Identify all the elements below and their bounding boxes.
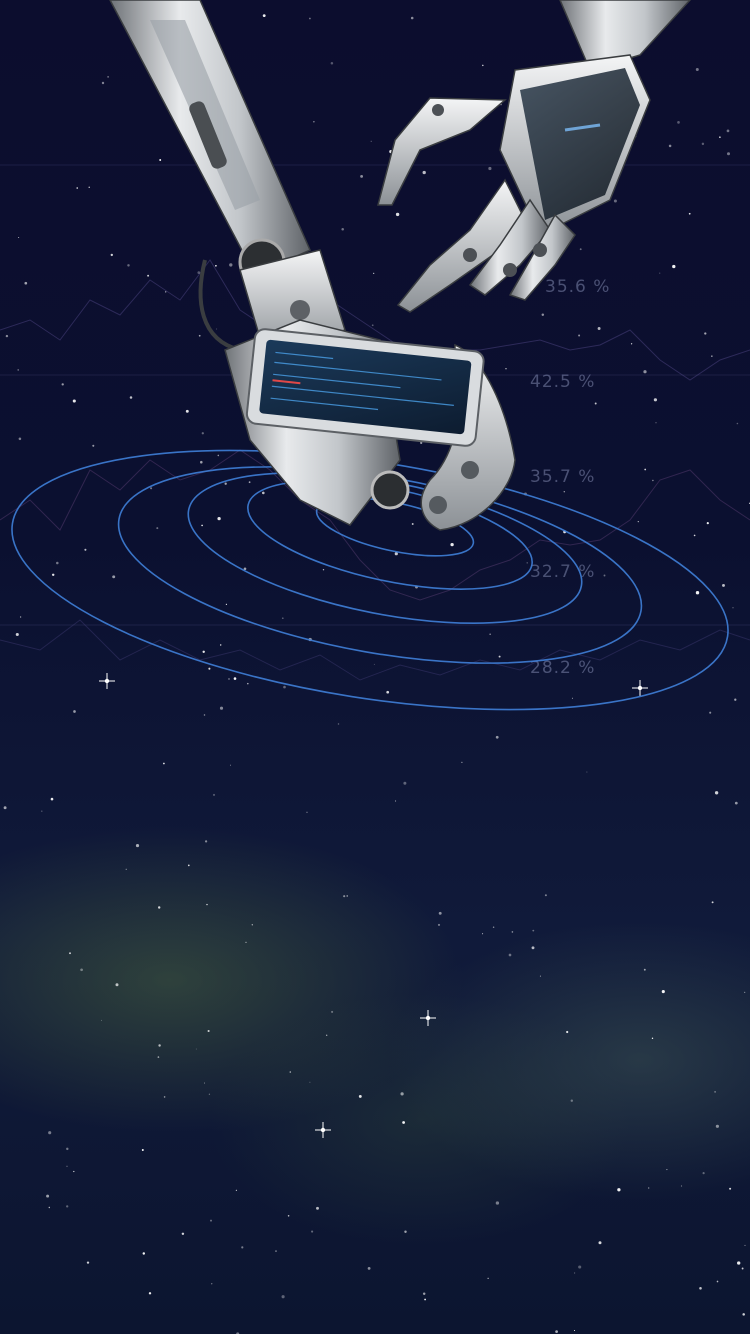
space-scene: 35.6 % 42.5 % 35.7 % 32.7 % 28.2 % (0, 0, 750, 1334)
right-robot-arm (377, 0, 692, 313)
robot-arms-illustration (109, 0, 692, 531)
